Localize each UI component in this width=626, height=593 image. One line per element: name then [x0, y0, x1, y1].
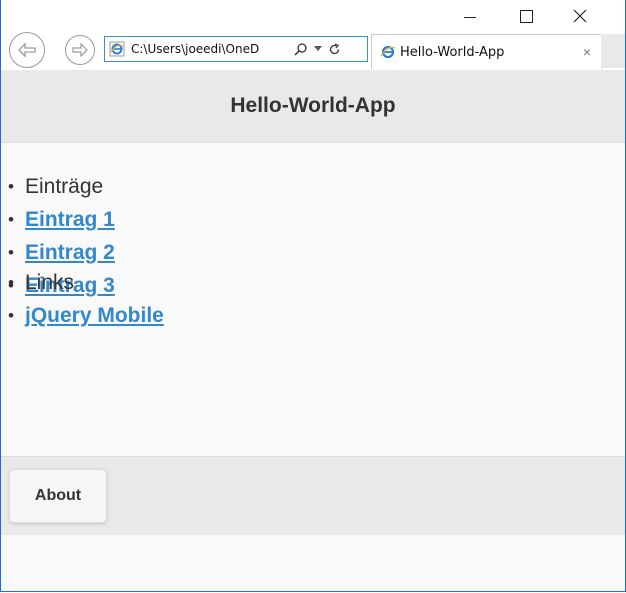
minimize-icon	[464, 16, 476, 18]
entry-link-1[interactable]: Eintrag 1	[25, 208, 115, 231]
list-header: • Einträge	[8, 175, 104, 198]
address-text: C:\Users\joeedi\OneD	[131, 42, 260, 56]
browser-tab[interactable]: Hello-World-App ×	[371, 34, 602, 69]
refresh-icon[interactable]	[328, 42, 341, 56]
forward-button[interactable]	[65, 35, 95, 65]
ie-icon	[380, 45, 396, 59]
jquery-mobile-link[interactable]: jQuery Mobile	[25, 304, 164, 327]
list-header: • Links	[8, 271, 75, 294]
address-bar[interactable]: C:\Users\joeedi\OneD	[104, 36, 368, 62]
list-item: • Eintrag 2	[8, 241, 115, 264]
about-button[interactable]: About	[9, 469, 107, 523]
links-list: • Links • jQuery Mobile	[1, 266, 625, 332]
forward-arrow-icon	[72, 43, 88, 57]
tab-title: Hello-World-App	[400, 44, 505, 60]
back-button[interactable]	[9, 32, 45, 68]
app-header: Hello-World-App	[1, 70, 625, 143]
title-bar	[1, 0, 625, 32]
back-arrow-icon	[18, 42, 36, 58]
page-content: Hello-World-App • Einträge • Eintrag 1 • Ei…	[1, 70, 625, 591]
links-list-section: • Links • jQuery Mobile	[1, 266, 625, 332]
close-icon	[573, 9, 587, 23]
links-header: Links	[25, 271, 75, 294]
page-title: Hello-World-App	[230, 94, 396, 117]
page-blank-area	[1, 535, 625, 591]
app-footer: About	[1, 456, 625, 536]
entries-header: Einträge	[25, 175, 104, 198]
list-item: • Eintrag 1	[8, 208, 115, 231]
ie-page-icon	[109, 41, 125, 57]
browser-window: C:\Users\joeedi\OneD Hello-World-App × H…	[0, 0, 626, 592]
minimize-button[interactable]	[447, 0, 493, 32]
entry-link-2[interactable]: Eintrag 2	[25, 241, 115, 264]
maximize-icon	[519, 9, 533, 23]
search-icon[interactable]	[294, 42, 308, 56]
new-tab-button[interactable]	[601, 34, 625, 68]
navigation-bar: C:\Users\joeedi\OneD Hello-World-App ×	[1, 32, 625, 70]
dropdown-icon[interactable]	[314, 46, 322, 52]
list-item: • jQuery Mobile	[8, 304, 164, 327]
close-window-button[interactable]	[557, 0, 603, 32]
tab-close-icon[interactable]: ×	[583, 44, 591, 60]
maximize-button[interactable]	[503, 0, 549, 32]
